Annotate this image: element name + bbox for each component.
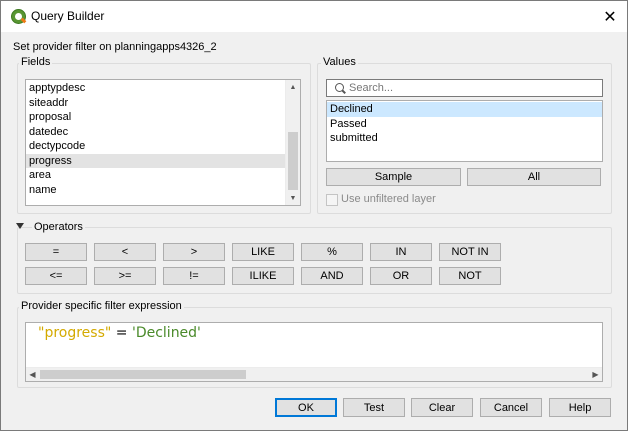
- fields-list[interactable]: apptypdesc siteaddr proposal datedec dectypc…: [25, 79, 301, 206]
- operators-title: Operators: [32, 221, 85, 233]
- expression-operator-token: =: [111, 325, 132, 341]
- all-button[interactable]: All: [467, 168, 601, 186]
- operator-button[interactable]: LIKE: [232, 243, 294, 261]
- title-bar: Query Builder ✕: [1, 1, 627, 32]
- scroll-up-arrow-icon[interactable]: ▲: [286, 80, 300, 94]
- operator-button[interactable]: IN: [370, 243, 432, 261]
- value-list-item[interactable]: Passed: [327, 117, 602, 132]
- value-list-item[interactable]: submitted: [327, 131, 602, 146]
- operator-button[interactable]: OR: [370, 267, 432, 285]
- operator-button[interactable]: ILIKE: [232, 267, 294, 285]
- fields-vertical-scrollbar[interactable]: ▲ ▼: [285, 80, 300, 205]
- values-group-title: Values: [321, 56, 358, 68]
- scroll-down-arrow-icon[interactable]: ▼: [286, 191, 300, 205]
- search-icon: [335, 83, 344, 92]
- use-unfiltered-layer-label: Use unfiltered layer: [341, 193, 436, 205]
- field-list-item[interactable]: siteaddr: [26, 96, 300, 111]
- operator-button[interactable]: <=: [25, 267, 87, 285]
- ok-button[interactable]: OK: [275, 398, 337, 417]
- field-list-item[interactable]: progress: [26, 153, 300, 168]
- help-button[interactable]: Help: [549, 398, 611, 417]
- test-button[interactable]: Test: [343, 398, 405, 417]
- expression-scroll-thumb[interactable]: [40, 370, 246, 379]
- query-builder-window: Query Builder ✕ Set provider filter on p…: [0, 0, 628, 431]
- cancel-button[interactable]: Cancel: [480, 398, 542, 417]
- operator-button[interactable]: NOT: [439, 267, 501, 285]
- close-button[interactable]: ✕: [593, 1, 627, 32]
- values-search-input[interactable]: Search...: [326, 79, 603, 97]
- scroll-left-arrow-icon[interactable]: ◀: [26, 368, 39, 381]
- filter-expression-editor[interactable]: "progress" = 'Declined' ◀ ▶: [25, 322, 603, 382]
- operator-button[interactable]: !=: [163, 267, 225, 285]
- field-list-item[interactable]: proposal: [26, 110, 300, 125]
- use-unfiltered-layer-checkbox[interactable]: [326, 194, 338, 206]
- expression-group-title: Provider specific filter expression: [19, 300, 184, 312]
- qgis-logo-icon: [11, 9, 26, 24]
- triangle-down-icon[interactable]: [16, 223, 24, 229]
- expression-text: "progress" = 'Declined': [38, 325, 201, 341]
- operator-button[interactable]: =: [25, 243, 87, 261]
- field-list-item[interactable]: dectypcode: [26, 139, 300, 154]
- value-list-item[interactable]: Declined: [327, 102, 602, 117]
- scroll-right-arrow-icon[interactable]: ▶: [589, 368, 602, 381]
- values-list[interactable]: Declined Passed submitted: [326, 100, 603, 162]
- clear-button[interactable]: Clear: [411, 398, 473, 417]
- operator-button[interactable]: AND: [301, 267, 363, 285]
- field-list-item[interactable]: datedec: [26, 125, 300, 140]
- fields-scroll-thumb[interactable]: [288, 132, 298, 190]
- expression-value-token: 'Declined': [131, 325, 201, 341]
- fields-group-title: Fields: [19, 56, 53, 68]
- window-title: Query Builder: [31, 9, 105, 23]
- provider-filter-label: Set provider filter on planningapps4326_…: [13, 41, 217, 53]
- field-list-item[interactable]: apptypdesc: [26, 81, 300, 96]
- expression-field-token: "progress": [38, 325, 112, 341]
- operator-button[interactable]: >=: [94, 267, 156, 285]
- sample-button[interactable]: Sample: [326, 168, 461, 186]
- operator-button[interactable]: <: [94, 243, 156, 261]
- field-list-item[interactable]: area: [26, 168, 300, 183]
- expression-horizontal-scrollbar[interactable]: ◀ ▶: [26, 367, 602, 381]
- operator-button[interactable]: >: [163, 243, 225, 261]
- field-list-item[interactable]: name: [26, 183, 300, 198]
- search-placeholder: Search...: [349, 82, 394, 94]
- operator-button[interactable]: %: [301, 243, 363, 261]
- operator-button[interactable]: NOT IN: [439, 243, 501, 261]
